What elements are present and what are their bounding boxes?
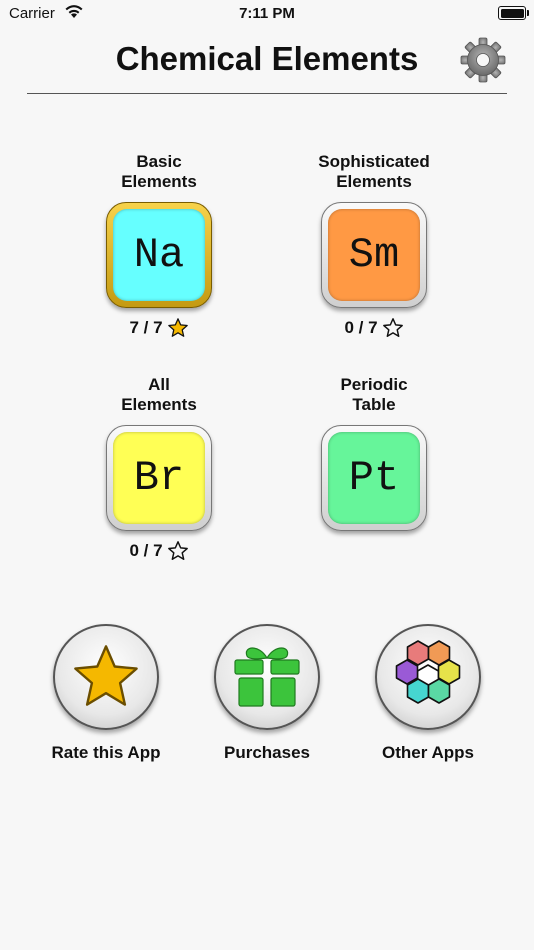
star-outline-icon (382, 318, 403, 337)
basic-elements-tile: Basic Elements Na 7 / 7 (89, 152, 229, 339)
sophisticated-elements-button[interactable]: Sm (321, 202, 427, 308)
other-apps-group: Other Apps (348, 624, 508, 763)
periodic-table-button[interactable]: Pt (321, 425, 427, 531)
sophisticated-elements-tile: Sophisticated Elements Sm 0 / 7 (304, 152, 444, 339)
header-divider (27, 93, 507, 94)
settings-gear-icon[interactable] (460, 37, 506, 83)
score-badge: 0 / 7 (89, 540, 229, 562)
other-apps-button[interactable] (375, 624, 481, 730)
hexagons-icon (395, 640, 461, 704)
star-outline-icon (167, 541, 188, 560)
rate-app-group: Rate this App (26, 624, 186, 763)
status-bar: Carrier 7:11 PM (0, 0, 534, 28)
element-symbol-na: Na (113, 209, 205, 301)
purchases-group: Purchases (187, 624, 347, 763)
tile-label: Sophisticated Elements (318, 152, 430, 191)
rate-app-button[interactable] (53, 624, 159, 730)
basic-elements-button[interactable]: Na (106, 202, 212, 308)
all-elements-button[interactable]: Br (106, 425, 212, 531)
tile-label: Periodic Table (340, 375, 408, 414)
star-filled-icon (167, 318, 188, 337)
periodic-table-tile: Periodic Table Pt (304, 375, 444, 531)
tile-label: Basic Elements (121, 152, 197, 191)
purchases-button[interactable] (214, 624, 320, 730)
gift-icon (234, 647, 300, 707)
battery-icon (498, 6, 529, 20)
score-badge: 7 / 7 (89, 317, 229, 339)
rate-app-label: Rate this App (51, 743, 161, 762)
all-elements-tile: All Elements Br 0 / 7 (89, 375, 229, 562)
score-badge: 0 / 7 (304, 317, 444, 339)
other-apps-label: Other Apps (382, 743, 474, 762)
element-symbol-br: Br (113, 432, 205, 524)
tile-label: All Elements (121, 375, 197, 414)
purchases-label: Purchases (224, 743, 310, 762)
star-icon (74, 645, 138, 706)
status-time: 7:11 PM (239, 5, 295, 22)
page-title: Chemical Elements (115, 40, 419, 77)
element-symbol-sm: Sm (328, 209, 420, 301)
element-symbol-pt: Pt (328, 432, 420, 524)
